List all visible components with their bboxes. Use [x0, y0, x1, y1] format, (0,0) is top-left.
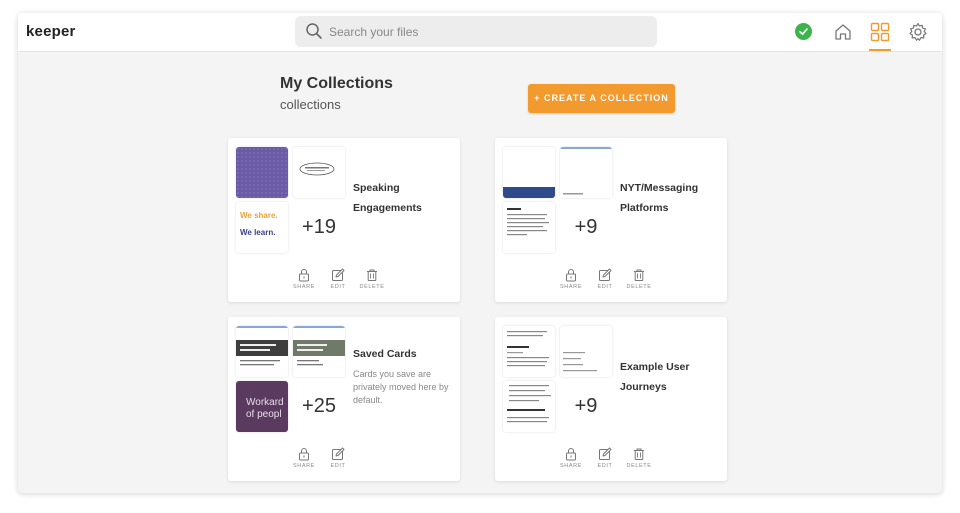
share-button[interactable]: SHARE [289, 268, 319, 290]
page-subtitle: collections [280, 97, 341, 112]
check-circle-icon [795, 23, 812, 40]
card-title: NYT/Messaging Platforms [620, 182, 699, 214]
collections-view-button[interactable] [869, 21, 891, 43]
edit-icon [332, 447, 345, 460]
edit-icon [599, 268, 612, 281]
thumbnail [236, 147, 288, 198]
thumbnail [503, 326, 555, 377]
page-title: My Collections [280, 75, 393, 92]
thumbnail [560, 326, 612, 377]
edit-icon [599, 447, 612, 460]
delete-icon [367, 269, 377, 281]
card-title: Saved Cards [353, 348, 417, 360]
active-tab-indicator [869, 49, 891, 51]
search-icon [306, 23, 322, 39]
item-count: +9 [560, 202, 612, 253]
collection-card[interactable]: We share. We learn. +19 Speaking Engagem… [228, 138, 460, 302]
item-count: +25 [293, 381, 345, 432]
grid-icon [870, 22, 890, 42]
card-description: Cards you save are privately moved here … [353, 369, 449, 405]
app-window: keeper Search your files My Collections … [18, 13, 942, 493]
card-title: Example User Journeys [620, 361, 690, 393]
edit-button[interactable]: EDIT [323, 268, 353, 290]
top-bar: keeper [18, 13, 942, 52]
share-button[interactable]: SHARE [556, 447, 586, 469]
collection-card[interactable]: Workard of peopl +25 Saved Cards Cards y… [228, 317, 460, 481]
edit-button[interactable]: EDIT [323, 447, 353, 469]
share-button[interactable]: SHARE [289, 447, 319, 469]
card-thumbnails: +9 [503, 147, 613, 254]
thumbnail [503, 147, 555, 198]
thumbnail: We share. We learn. [236, 202, 288, 253]
thumbnail [236, 326, 288, 377]
item-count: +19 [293, 202, 345, 253]
delete-button[interactable]: DELETE [624, 447, 654, 469]
share-icon [299, 448, 309, 461]
collection-card[interactable]: +9 Example User Journeys SHARE EDIT DELE… [495, 317, 727, 481]
home-icon [835, 24, 851, 40]
item-count: +9 [560, 381, 612, 432]
share-icon [566, 448, 576, 461]
thumbnail-text: Workard of peopl [246, 397, 284, 420]
delete-icon [634, 269, 644, 281]
thumbnail [503, 202, 555, 253]
edit-button[interactable]: EDIT [590, 447, 620, 469]
settings-button[interactable] [907, 21, 929, 43]
thumbnail [503, 381, 555, 432]
page-heading: My Collections collections [280, 75, 393, 112]
app-logo[interactable]: keeper [26, 23, 76, 40]
thumbnail-text: We share. [240, 211, 278, 220]
thumbnail [293, 326, 345, 377]
search-box[interactable] [295, 16, 657, 47]
share-icon [566, 269, 576, 282]
share-icon [299, 269, 309, 282]
card-thumbnails: Workard of peopl +25 [236, 326, 346, 433]
card-thumbnails: We share. We learn. +19 [236, 147, 346, 254]
thumbnail [293, 147, 345, 198]
home-button[interactable] [832, 21, 854, 43]
create-collection-button[interactable]: + CREATE A COLLECTION [528, 84, 675, 113]
search-input[interactable] [329, 16, 649, 47]
thumbnail: Workard of peopl [236, 381, 288, 432]
delete-button[interactable]: DELETE [624, 268, 654, 290]
card-thumbnails: +9 [503, 326, 613, 433]
thumbnail-text: We learn. [240, 228, 276, 237]
edit-icon [332, 268, 345, 281]
gear-icon [909, 22, 927, 41]
share-button[interactable]: SHARE [556, 268, 586, 290]
delete-button[interactable]: DELETE [357, 268, 387, 290]
card-title: Speaking Engagements [353, 182, 422, 214]
delete-icon [634, 448, 644, 460]
collection-card[interactable]: +9 NYT/Messaging Platforms SHARE EDIT DE… [495, 138, 727, 302]
thumbnail [560, 147, 612, 198]
edit-button[interactable]: EDIT [590, 268, 620, 290]
